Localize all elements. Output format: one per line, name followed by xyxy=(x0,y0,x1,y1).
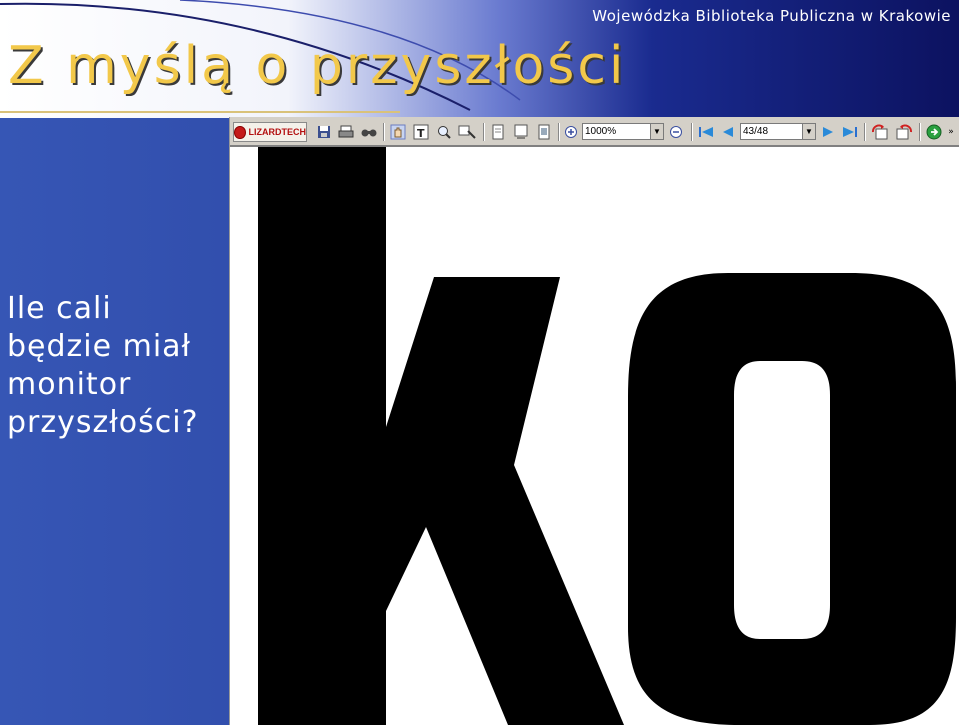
last-page-icon[interactable] xyxy=(840,122,860,142)
lizardtech-logo[interactable]: LIZARDTECH xyxy=(233,122,307,142)
rotate-left-icon[interactable] xyxy=(870,122,890,142)
chevron-down-icon[interactable]: ▼ xyxy=(802,124,815,139)
zoom-out-icon[interactable] xyxy=(666,122,686,142)
toolbar-separator xyxy=(558,123,559,141)
go-icon[interactable] xyxy=(924,122,944,142)
glyph-o xyxy=(628,273,956,725)
brand-label: LIZARDTECH xyxy=(248,127,307,137)
fit-width-icon[interactable] xyxy=(511,122,531,142)
previous-page-icon[interactable] xyxy=(718,122,738,142)
question-line: Ile cali xyxy=(7,291,112,326)
title-underline xyxy=(0,111,400,113)
lizardtech-logo-icon xyxy=(234,125,246,139)
glyph-k xyxy=(258,147,624,725)
toolbar-overflow-icon[interactable]: » xyxy=(944,122,958,142)
toolbar-separator xyxy=(483,123,484,141)
fit-page-icon[interactable] xyxy=(534,122,554,142)
zoom-rect-icon[interactable] xyxy=(434,122,454,142)
print-icon[interactable] xyxy=(336,122,356,142)
find-icon[interactable] xyxy=(359,122,379,142)
first-page-icon[interactable] xyxy=(696,122,716,142)
page-select[interactable]: 43/48 ▼ xyxy=(740,123,816,140)
question-text: Ile cali będzie miał monitor przyszłości… xyxy=(7,290,222,442)
question-line: przyszłości? xyxy=(7,405,199,440)
question-line: monitor xyxy=(7,367,132,402)
toolbar-separator xyxy=(383,123,384,141)
zoom-value: 1000% xyxy=(585,126,617,137)
page-value: 43/48 xyxy=(743,126,769,137)
document-viewer: LIZARDTECH T 1000% ▼ 43/48 ▼ » xyxy=(229,117,959,725)
library-name: Wojewódzka Biblioteka Publiczna w Krakow… xyxy=(592,7,951,25)
zoom-in-icon[interactable] xyxy=(561,122,581,142)
text-select-icon[interactable]: T xyxy=(411,122,431,142)
next-page-icon[interactable] xyxy=(818,122,838,142)
save-icon[interactable] xyxy=(314,122,334,142)
zoom-region-icon[interactable] xyxy=(457,122,477,142)
toolbar-separator xyxy=(864,123,865,141)
pan-hand-icon[interactable] xyxy=(388,122,408,142)
page-view-icon[interactable] xyxy=(488,122,508,142)
document-canvas[interactable] xyxy=(230,147,959,725)
slide-title: Z myślą o przyszłości xyxy=(8,36,627,96)
toolbar-separator xyxy=(691,123,692,141)
zoom-select[interactable]: 1000% ▼ xyxy=(582,123,664,140)
document-glyphs xyxy=(258,147,956,725)
viewer-toolbar: LIZARDTECH T 1000% ▼ 43/48 ▼ » xyxy=(230,117,959,147)
question-line: będzie miał xyxy=(7,329,192,364)
toolbar-separator xyxy=(919,123,920,141)
rotate-right-icon[interactable] xyxy=(894,122,914,142)
svg-text:T: T xyxy=(417,127,425,140)
chevron-down-icon[interactable]: ▼ xyxy=(650,124,663,139)
